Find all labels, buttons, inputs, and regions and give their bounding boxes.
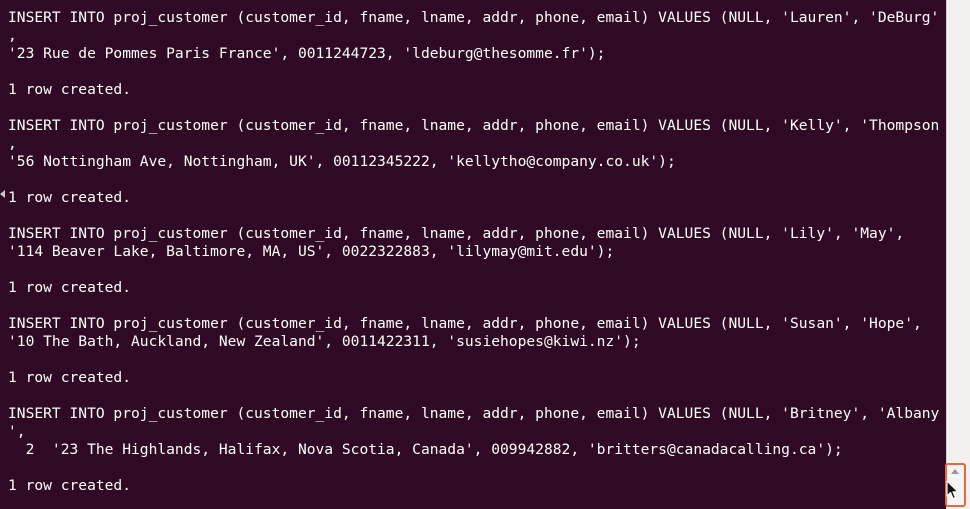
terminal-line: 1 row created. — [8, 477, 132, 494]
scroll-up-arrow-icon[interactable] — [951, 469, 959, 474]
terminal-line: ', — [8, 423, 26, 440]
terminal-line: '114 Beaver Lake, Baltimore, MA, US', 00… — [8, 243, 615, 260]
terminal-line: , — [8, 135, 17, 152]
terminal-line: 1 row created. — [8, 369, 132, 386]
terminal-output: INSERT INTO proj_customer (customer_id, … — [8, 9, 939, 495]
mouse-pointer-icon — [946, 480, 959, 500]
terminal-line: '56 Nottingham Ave, Nottingham, UK', 001… — [8, 153, 676, 170]
terminal-line: '10 The Bath, Auckland, New Zealand', 00… — [8, 333, 641, 350]
vertical-scrollbar[interactable] — [946, 0, 970, 509]
terminal-line: , — [8, 27, 17, 44]
gutter-marker-icon — [0, 190, 5, 198]
terminal-line: INSERT INTO proj_customer (customer_id, … — [8, 225, 905, 242]
terminal-line: INSERT INTO proj_customer (customer_id, … — [8, 405, 940, 422]
terminal-line: INSERT INTO proj_customer (customer_id, … — [8, 117, 940, 134]
terminal-line: INSERT INTO proj_customer (customer_id, … — [8, 315, 922, 332]
terminal-line: '23 Rue de Pommes Paris France', 0011244… — [8, 45, 606, 62]
terminal-window[interactable]: INSERT INTO proj_customer (customer_id, … — [0, 0, 946, 509]
terminal-line: 1 row created. — [8, 81, 132, 98]
terminal-line: 1 row created. — [8, 189, 132, 206]
terminal-line: 2 '23 The Highlands, Halifax, Nova Scoti… — [8, 441, 843, 458]
terminal-line: 1 row created. — [8, 279, 132, 296]
terminal-line: INSERT INTO proj_customer (customer_id, … — [8, 9, 940, 26]
